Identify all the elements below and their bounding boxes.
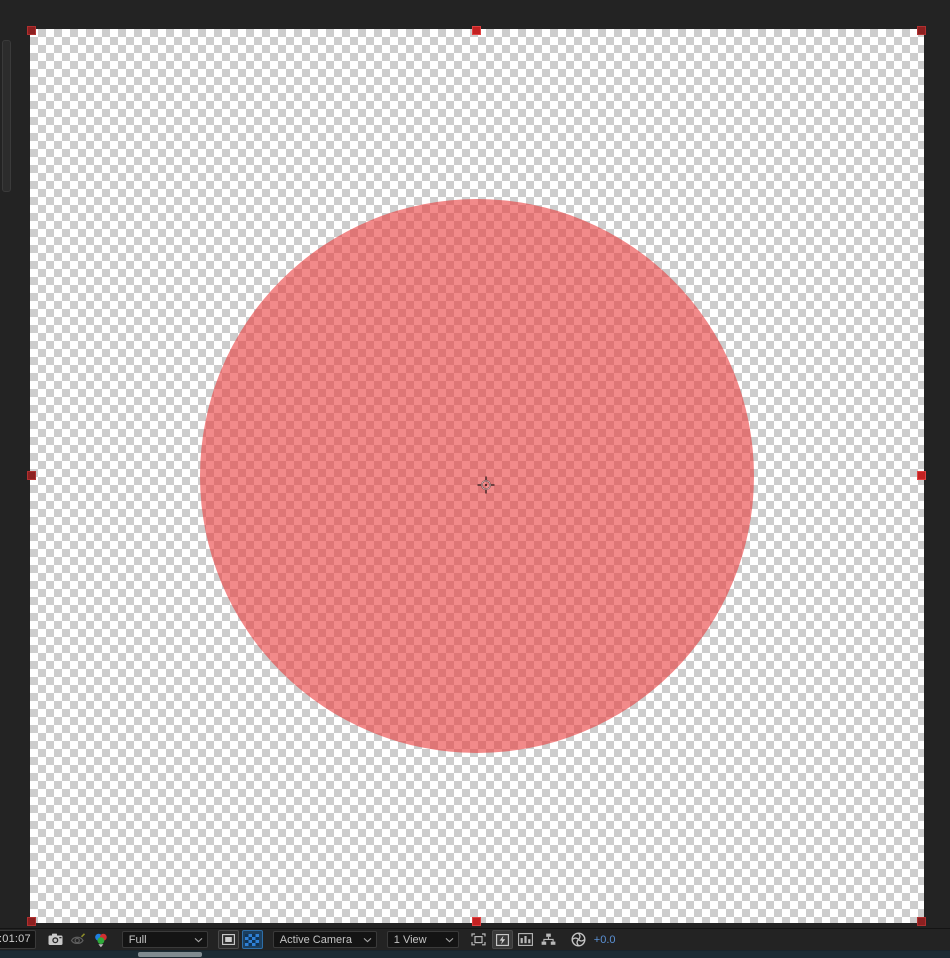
handle-top-center[interactable] (472, 26, 481, 35)
camera-view-dropdown[interactable]: Active Camera (272, 931, 377, 948)
viewer-horizontal-scrollbar-thumb[interactable] (138, 952, 202, 957)
viewer-bottom-toolbar: :01:07 Full Active Camera 1 View +0.0 (0, 928, 950, 950)
handle-bottom-right[interactable] (917, 917, 926, 926)
viewer-canvas-area[interactable] (0, 0, 950, 928)
chevron-down-icon (194, 937, 203, 942)
timeline-chart-icon[interactable] (516, 930, 536, 949)
region-of-interest-icon-glyph (471, 933, 486, 946)
composition-viewer-panel: :01:07 Full Active Camera 1 View +0.0 (0, 0, 950, 958)
mask-paths-icon-glyph (221, 934, 235, 945)
chevron-down-icon (445, 937, 454, 942)
composition-canvas[interactable] (30, 29, 924, 923)
resolution-dropdown[interactable]: Full (121, 931, 208, 948)
handle-middle-right[interactable] (917, 471, 926, 480)
transparency-grid-icon[interactable] (241, 930, 263, 949)
region-of-interest-icon[interactable] (469, 930, 489, 949)
viewer-vertical-scrollbar[interactable] (2, 40, 11, 192)
aperture-icon[interactable] (569, 930, 589, 949)
mask-paths-icon[interactable] (217, 930, 239, 949)
handle-bottom-center[interactable] (472, 917, 481, 926)
resolution-value: Full (128, 933, 147, 946)
timeline-chart-icon-glyph (518, 933, 534, 946)
handle-top-left[interactable] (27, 26, 36, 35)
handle-top-right[interactable] (917, 26, 926, 35)
view-layout-dropdown[interactable]: 1 View (386, 931, 459, 948)
chevron-down-icon (363, 937, 372, 942)
view-layout-value: 1 View (393, 933, 427, 946)
anchor-point-icon (477, 476, 495, 494)
flowchart-icon-glyph (541, 933, 556, 945)
fast-previews-icon-glyph (495, 933, 509, 946)
transparency-grid-icon-glyph (245, 933, 260, 946)
rgb-channels-icon[interactable] (92, 930, 112, 949)
eye-snapshot-icon[interactable] (69, 930, 89, 949)
eye-snapshot-icon-glyph (71, 933, 86, 945)
rgb-channels-icon-glyph (95, 933, 107, 947)
camera-view-value: Active Camera (279, 933, 352, 946)
exposure-value[interactable]: +0.0 (592, 934, 616, 946)
handle-middle-left[interactable] (27, 471, 36, 480)
camera-icon-glyph (48, 933, 63, 945)
fast-previews-lightning-icon[interactable] (491, 930, 513, 949)
handle-bottom-left[interactable] (27, 917, 36, 926)
flowchart-icon[interactable] (539, 930, 559, 949)
current-time-display[interactable]: :01:07 (0, 930, 36, 949)
aperture-icon-glyph (571, 932, 586, 947)
camera-icon[interactable] (46, 930, 66, 949)
anchor-point[interactable] (477, 476, 495, 494)
